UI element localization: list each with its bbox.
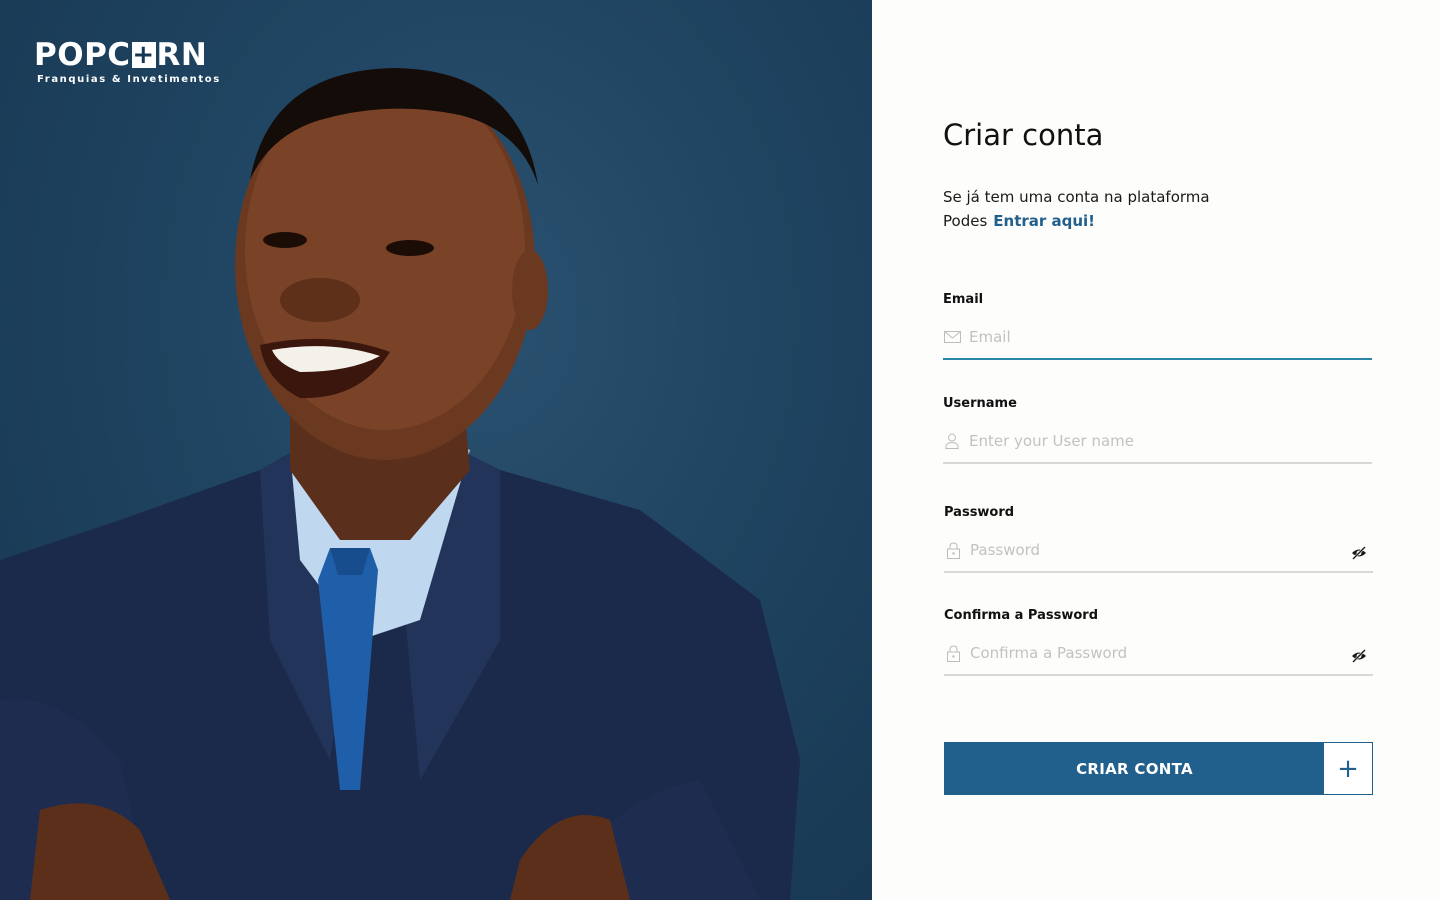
envelope-icon <box>943 328 961 346</box>
intro-text: Se já tem uma conta na plataforma Podes E… <box>943 185 1210 233</box>
signup-panel: Criar conta Se já tem uma conta na plata… <box>872 0 1440 900</box>
plus-icon: + <box>1324 743 1372 794</box>
username-input[interactable] <box>969 429 1372 453</box>
email-label: Email <box>943 292 984 307</box>
lock-icon <box>944 644 962 662</box>
create-account-button[interactable]: CRIAR CONTA + <box>944 742 1373 795</box>
page-title: Criar conta <box>943 118 1104 152</box>
email-field: Email <box>943 292 1372 360</box>
confirm-password-row <box>944 640 1373 676</box>
email-input[interactable] <box>969 325 1372 349</box>
username-label: Username <box>943 396 1017 411</box>
intro-prefix: Podes <box>943 212 988 230</box>
confirm-password-field: Confirma a Password <box>944 608 1373 676</box>
intro-line: Se já tem uma conta na plataforma <box>943 188 1210 206</box>
hero-panel: POPC + RN Franquias & Invetimentos <box>0 0 872 900</box>
logo-tagline: Franquias & Invetimentos <box>37 74 221 85</box>
username-row <box>943 428 1372 464</box>
user-icon <box>943 432 961 450</box>
create-account-label: CRIAR CONTA <box>945 743 1324 794</box>
password-row <box>944 537 1373 573</box>
password-input[interactable] <box>970 538 1373 562</box>
confirm-password-label: Confirma a Password <box>944 608 1099 623</box>
email-row <box>943 324 1372 360</box>
username-field: Username <box>943 396 1372 464</box>
intro-line-login: Podes Entrar aqui! <box>943 209 1210 233</box>
brand-logo: POPC + RN Franquias & Invetimentos <box>34 38 221 85</box>
login-link[interactable]: Entrar aqui! <box>993 212 1095 230</box>
eye-off-icon[interactable] <box>1351 648 1367 663</box>
logo-text-right: RN <box>156 37 208 73</box>
logo-plus-mark: + <box>131 40 156 70</box>
password-label: Password <box>944 505 1015 520</box>
eye-off-icon[interactable] <box>1351 545 1367 560</box>
lock-icon <box>944 541 962 559</box>
confirm-password-input[interactable] <box>970 641 1373 665</box>
hero-photo <box>0 68 800 900</box>
password-field: Password <box>944 505 1373 573</box>
logo-wordmark: POPC + RN <box>34 38 221 72</box>
logo-text-left: POPC <box>34 37 131 73</box>
